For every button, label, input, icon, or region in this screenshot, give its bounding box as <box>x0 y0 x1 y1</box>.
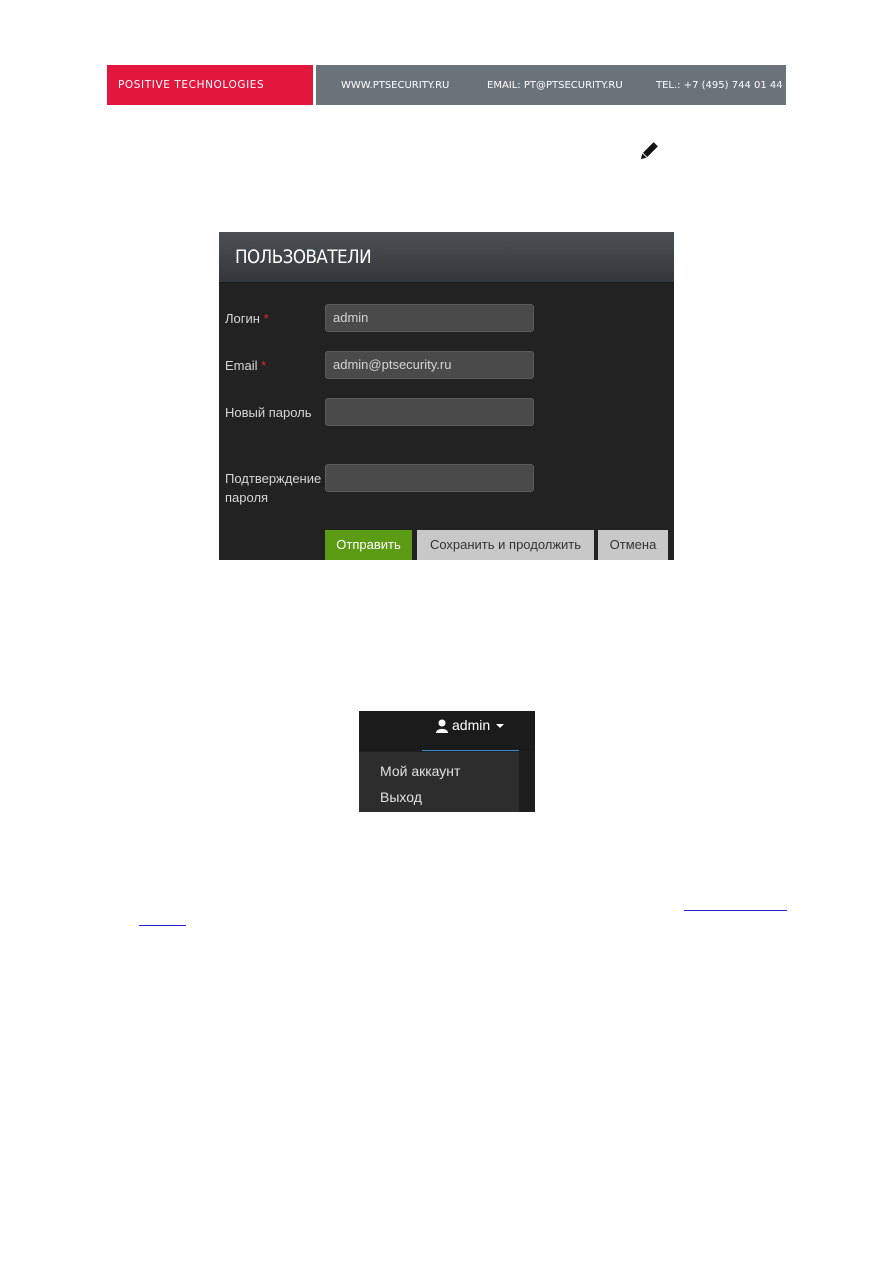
header-banner: POSITIVE TECHNOLOGIES WWW.PTSECURITY.RU … <box>107 65 786 105</box>
cancel-button[interactable]: Отмена <box>598 530 668 560</box>
email-text: EMAIL: PT@PTSECURITY.RU <box>487 79 623 91</box>
user-menu-toggle[interactable]: admin <box>422 711 519 751</box>
menu-item-logout[interactable]: Выход <box>380 788 422 806</box>
save-continue-button[interactable]: Сохранить и продолжить <box>417 530 594 560</box>
contact-bar: WWW.PTSECURITY.RU EMAIL: PT@PTSECURITY.R… <box>316 65 786 105</box>
hyperlink[interactable] <box>684 896 787 911</box>
user-dropdown: Мой аккаунт Выход <box>359 752 519 812</box>
login-input[interactable]: admin <box>325 304 534 332</box>
hyperlink[interactable] <box>139 911 186 926</box>
pencil-icon <box>640 142 658 160</box>
confirm-password-label: Подтверждение пароля <box>225 471 322 505</box>
required-mark: * <box>263 311 269 326</box>
user-menu-screenshot: admin Мой аккаунт Выход <box>359 711 535 812</box>
new-password-input[interactable] <box>325 398 534 426</box>
email-label: Email * <box>225 358 267 373</box>
login-label: Логин * <box>225 311 269 326</box>
website-text: WWW.PTSECURITY.RU <box>341 79 450 91</box>
required-mark: * <box>261 358 267 373</box>
phone-text: TEL.: +7 (495) 744 01 44 <box>656 79 783 91</box>
menu-item-my-account[interactable]: Мой аккаунт <box>380 762 460 780</box>
username: admin <box>452 717 491 733</box>
panel-header: ПОЛЬЗОВАТЕЛИ <box>219 232 674 283</box>
panel-title: ПОЛЬЗОВАТЕЛИ <box>235 246 372 268</box>
submit-button[interactable]: Отправить <box>325 530 412 560</box>
new-password-label: Новый пароль <box>225 405 312 420</box>
confirm-password-input[interactable] <box>325 464 534 492</box>
users-form-panel: ПОЛЬЗОВАТЕЛИ Логин * admin Email * admin… <box>219 232 674 560</box>
email-input[interactable]: admin@ptsecurity.ru <box>325 351 534 379</box>
chevron-down-icon <box>496 724 504 728</box>
user-icon <box>436 719 448 733</box>
brand-logo: POSITIVE TECHNOLOGIES <box>107 65 313 105</box>
